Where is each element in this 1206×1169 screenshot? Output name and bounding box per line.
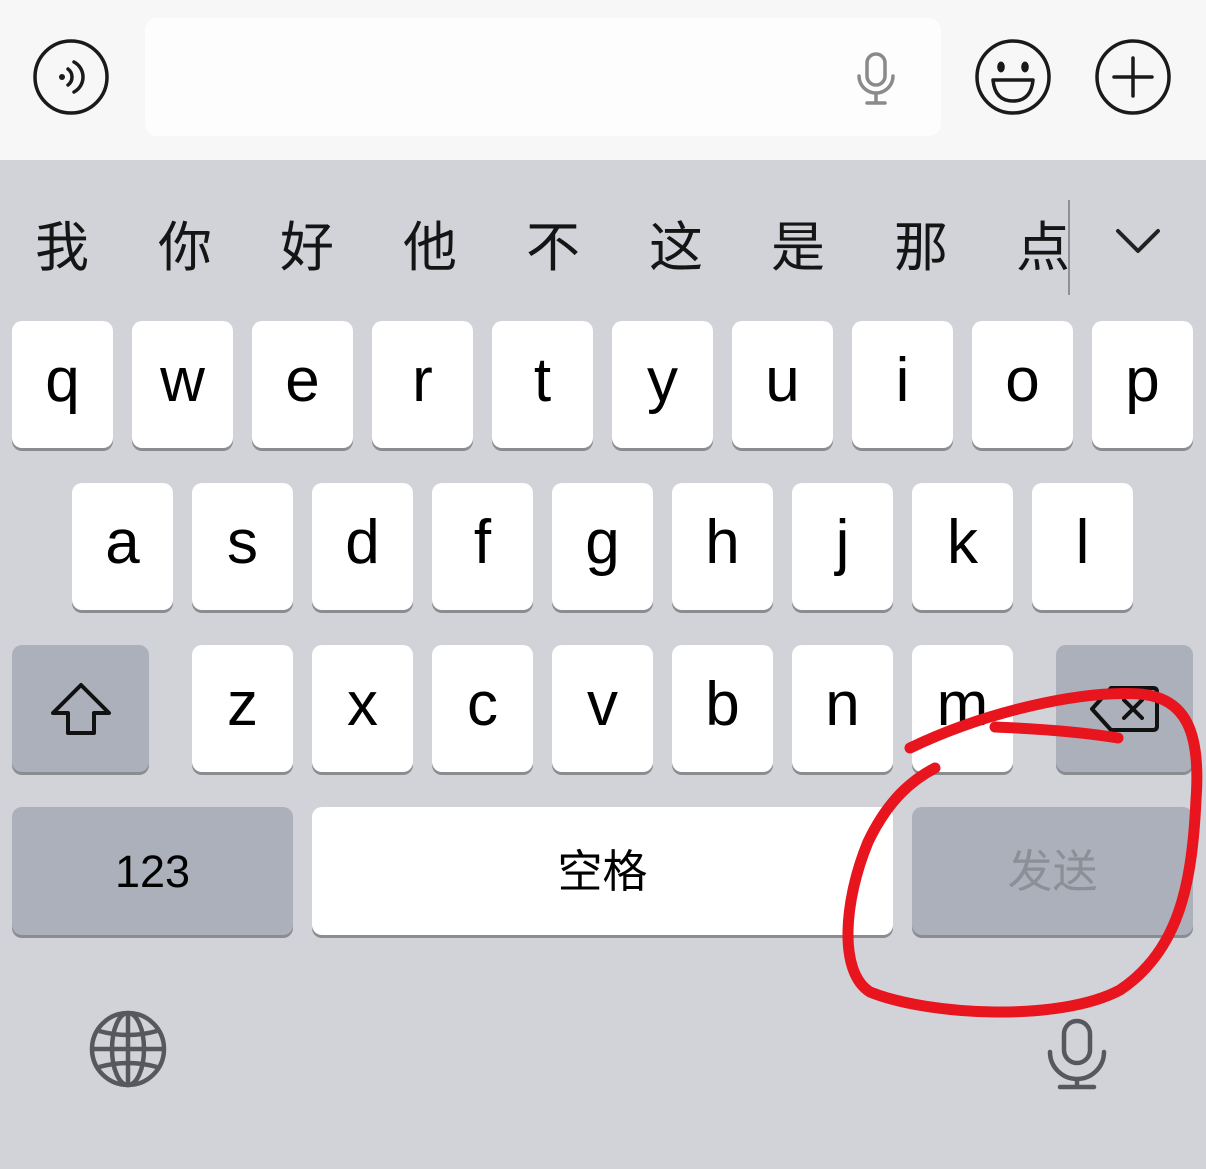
key-w-label: w	[160, 345, 205, 415]
key-r-label: r	[412, 345, 433, 415]
shift-icon	[50, 682, 111, 735]
key-j-label: j	[835, 507, 850, 577]
voice-input-icon	[33, 39, 109, 115]
key-b[interactable]: b	[672, 645, 773, 772]
key-u[interactable]: u	[732, 321, 833, 448]
key-k[interactable]: k	[912, 483, 1013, 610]
key-n-label: n	[825, 669, 860, 739]
microphone-icon	[1047, 1018, 1107, 1090]
key-q-label: q	[45, 345, 80, 415]
key-y-label: y	[647, 345, 678, 415]
shift-key[interactable]	[12, 645, 149, 772]
numbers-key[interactable]: 123	[12, 807, 293, 935]
candidate-item[interactable]: 你	[130, 190, 240, 295]
key-m-label: m	[936, 669, 989, 739]
key-a-label: a	[105, 507, 140, 577]
candidate-item[interactable]: 我	[7, 190, 117, 295]
chat-input-bar	[0, 0, 1206, 160]
candidate-item[interactable]: 他	[375, 190, 485, 295]
key-t[interactable]: t	[492, 321, 593, 448]
key-u-label: u	[765, 345, 800, 415]
send-key[interactable]: 发送	[912, 807, 1193, 935]
globe-icon	[89, 1010, 167, 1088]
key-f-label: f	[473, 507, 492, 577]
candidate-divider	[1068, 200, 1070, 295]
key-x-label: x	[347, 669, 378, 739]
key-z-label: z	[227, 669, 258, 739]
key-k-label: k	[947, 507, 978, 577]
chevron-down-icon	[1116, 229, 1160, 253]
space-key-label: 空格	[557, 845, 648, 897]
key-i[interactable]: i	[852, 321, 953, 448]
plus-icon	[1095, 39, 1171, 115]
key-d-label: d	[345, 507, 380, 577]
input-mic-button[interactable]	[855, 52, 897, 106]
candidate-item[interactable]: 好	[252, 190, 362, 295]
key-o[interactable]: o	[972, 321, 1073, 448]
emoji-button[interactable]	[974, 38, 1052, 116]
key-v[interactable]: v	[552, 645, 653, 772]
key-h[interactable]: h	[672, 483, 773, 610]
candidate-item[interactable]: 那	[866, 190, 976, 295]
voice-input-button[interactable]	[32, 38, 110, 116]
key-b-label: b	[705, 669, 740, 739]
key-z[interactable]: z	[192, 645, 293, 772]
key-g-label: g	[585, 507, 620, 577]
key-h-label: h	[705, 507, 740, 577]
key-j[interactable]: j	[792, 483, 893, 610]
key-i-label: i	[895, 345, 910, 415]
key-p-label: p	[1125, 345, 1160, 415]
key-e[interactable]: e	[252, 321, 353, 448]
space-key[interactable]: 空格	[312, 807, 893, 935]
key-l[interactable]: l	[1032, 483, 1133, 610]
candidate-bar: 我你好他不这是那点	[0, 190, 1068, 295]
message-input[interactable]	[145, 18, 941, 136]
key-v-label: v	[587, 669, 618, 739]
key-t-label: t	[533, 345, 552, 415]
key-x[interactable]: x	[312, 645, 413, 772]
key-w[interactable]: w	[132, 321, 233, 448]
key-n[interactable]: n	[792, 645, 893, 772]
candidate-item[interactable]: 这	[621, 190, 731, 295]
key-o-label: o	[1005, 345, 1040, 415]
key-c-label: c	[467, 669, 498, 739]
key-e-label: e	[285, 345, 320, 415]
key-a[interactable]: a	[72, 483, 173, 610]
key-c[interactable]: c	[432, 645, 533, 772]
key-p[interactable]: p	[1092, 321, 1193, 448]
key-d[interactable]: d	[312, 483, 413, 610]
key-q[interactable]: q	[12, 321, 113, 448]
key-g[interactable]: g	[552, 483, 653, 610]
key-s[interactable]: s	[192, 483, 293, 610]
candidate-item[interactable]: 不	[498, 190, 608, 295]
key-s-label: s	[227, 507, 258, 577]
key-y[interactable]: y	[612, 321, 713, 448]
key-f[interactable]: f	[432, 483, 533, 610]
more-button[interactable]	[1094, 38, 1172, 116]
backspace-key[interactable]	[1056, 645, 1193, 772]
numbers-key-label: 123	[114, 845, 191, 897]
microphone-icon	[857, 52, 895, 105]
switch-keyboard-button[interactable]	[88, 1009, 168, 1089]
candidate-item[interactable]: 是	[743, 190, 853, 295]
expand-candidates-button[interactable]	[1114, 226, 1162, 256]
backspace-icon	[1089, 685, 1159, 732]
send-key-label: 发送	[1007, 845, 1098, 897]
emoji-icon	[975, 39, 1051, 115]
key-m[interactable]: m	[912, 645, 1013, 772]
key-r[interactable]: r	[372, 321, 473, 448]
candidate-item[interactable]: 点	[988, 190, 1068, 295]
key-l-label: l	[1075, 507, 1090, 577]
dictation-button[interactable]	[1046, 1018, 1108, 1090]
